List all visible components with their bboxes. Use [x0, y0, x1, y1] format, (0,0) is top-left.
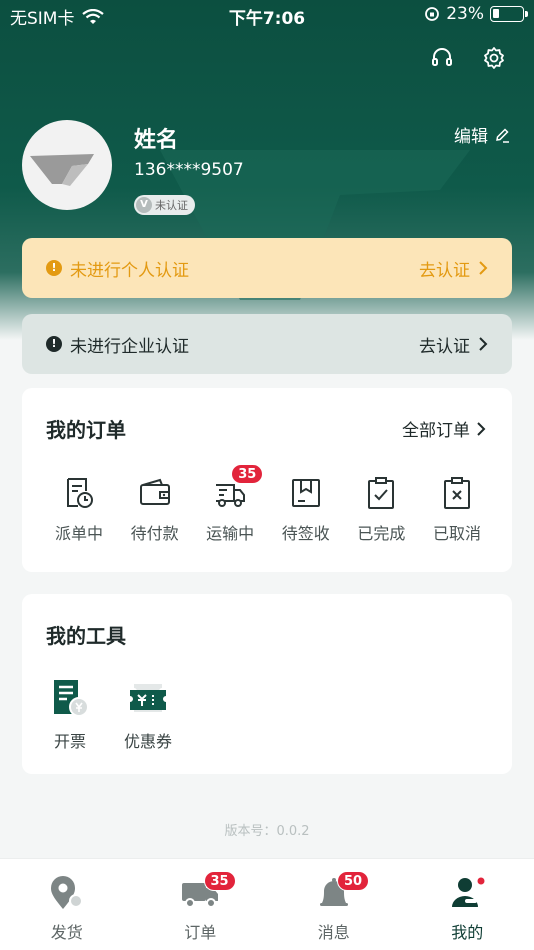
- tab-messages[interactable]: 50 消息: [267, 859, 401, 950]
- package-icon: [291, 479, 320, 507]
- battery-icon: [490, 6, 528, 22]
- chevron-right-icon: [479, 337, 488, 351]
- tool-label: 优惠券: [124, 732, 173, 751]
- order-status-completed[interactable]: 已完成: [346, 476, 416, 544]
- company-verify-label: 去认证: [419, 336, 470, 357]
- clipboard-check-icon: [368, 477, 395, 509]
- wallet-icon: [139, 478, 170, 505]
- order-status-cancelled[interactable]: 已取消: [422, 476, 492, 544]
- clipboard-cancel-icon: [443, 477, 470, 509]
- tab-mine[interactable]: 我的: [401, 859, 534, 950]
- tab-label: 订单: [184, 923, 217, 942]
- info-icon: !: [46, 336, 62, 352]
- invoice-icon: [54, 680, 89, 717]
- location-pin-icon: [50, 876, 83, 909]
- personal-verify-action[interactable]: 去认证: [419, 256, 488, 281]
- company-verification-notice[interactable]: ! 未进行企业认证 去认证: [22, 314, 512, 374]
- order-status-label: 派单中: [54, 524, 103, 543]
- edit-profile-label: 编辑: [454, 127, 488, 147]
- personal-verification-text: 未进行个人认证: [70, 260, 189, 281]
- avatar[interactable]: [22, 120, 112, 210]
- chevron-right-icon: [477, 421, 486, 436]
- avatar-logo-icon: [30, 154, 94, 186]
- all-orders-link[interactable]: 全部订单: [402, 416, 486, 441]
- bottom-tab-bar: 发货 35 订单 50 消息 我的: [0, 858, 534, 950]
- my-tools-title: 我的工具: [46, 624, 126, 648]
- my-tools-card: 我的工具 开票 优惠券: [22, 594, 512, 774]
- chevron-right-icon: [479, 261, 488, 275]
- in-transit-count-badge: 35: [231, 464, 264, 484]
- battery-percent: 23%: [446, 4, 484, 24]
- my-orders-card: 我的订单 全部订单 派单中 待付款 35 运输中 待签收 已完成 已取消: [22, 388, 512, 572]
- tab-ship[interactable]: 发货: [0, 859, 134, 950]
- status-bar: 无SIM卡 下午7:06 23%: [0, 0, 534, 30]
- verify-v-icon: V: [136, 197, 152, 213]
- dispatch-icon: [67, 478, 93, 508]
- company-verify-action[interactable]: 去认证: [419, 332, 488, 357]
- customer-service-headset-icon[interactable]: [430, 46, 454, 70]
- personal-verification-notice[interactable]: ! 未进行个人认证 去认证: [22, 238, 512, 298]
- order-status-label: 运输中: [206, 524, 255, 543]
- order-status-pending-receipt[interactable]: 待签收: [271, 476, 341, 544]
- company-verification-text: 未进行企业认证: [70, 336, 189, 357]
- order-status-label: 待付款: [130, 524, 179, 543]
- tab-orders[interactable]: 35 订单: [134, 859, 268, 950]
- verification-status-text: 未认证: [155, 199, 188, 212]
- tool-label: 开票: [53, 732, 86, 751]
- tab-label: 我的: [451, 923, 484, 942]
- tab-label: 发货: [50, 923, 83, 942]
- warning-icon: !: [46, 260, 62, 276]
- personal-verify-label: 去认证: [419, 260, 470, 281]
- order-status-label: 已取消: [432, 524, 481, 543]
- settings-gear-icon[interactable]: [482, 46, 506, 70]
- pencil-icon: [496, 127, 509, 143]
- tab-label: 消息: [317, 923, 350, 942]
- order-status-label: 待签收: [281, 524, 330, 543]
- orders-tab-badge: 35: [203, 871, 236, 891]
- order-status-label: 已完成: [357, 524, 406, 543]
- order-status-in-transit[interactable]: 35 运输中: [195, 464, 265, 544]
- orientation-lock-icon: [425, 7, 440, 21]
- verification-status-badge: V 未认证: [134, 195, 195, 215]
- app-version: 版本号：0.0.2: [224, 824, 310, 839]
- tool-coupon[interactable]: 优惠券: [124, 678, 172, 752]
- order-status-pending-payment[interactable]: 待付款: [120, 476, 190, 544]
- tool-invoice[interactable]: 开票: [50, 678, 90, 752]
- order-status-dispatching[interactable]: 派单中: [44, 476, 114, 544]
- my-orders-title: 我的订单: [46, 418, 126, 442]
- coupon-icon: [130, 684, 166, 712]
- user-phone: 136****9507: [134, 160, 244, 180]
- user-name: 姓名: [134, 128, 179, 153]
- profile-icon: [452, 877, 485, 907]
- edit-profile-button[interactable]: 编辑: [454, 122, 510, 147]
- all-orders-label: 全部订单: [402, 421, 470, 441]
- messages-tab-badge: 50: [337, 871, 370, 891]
